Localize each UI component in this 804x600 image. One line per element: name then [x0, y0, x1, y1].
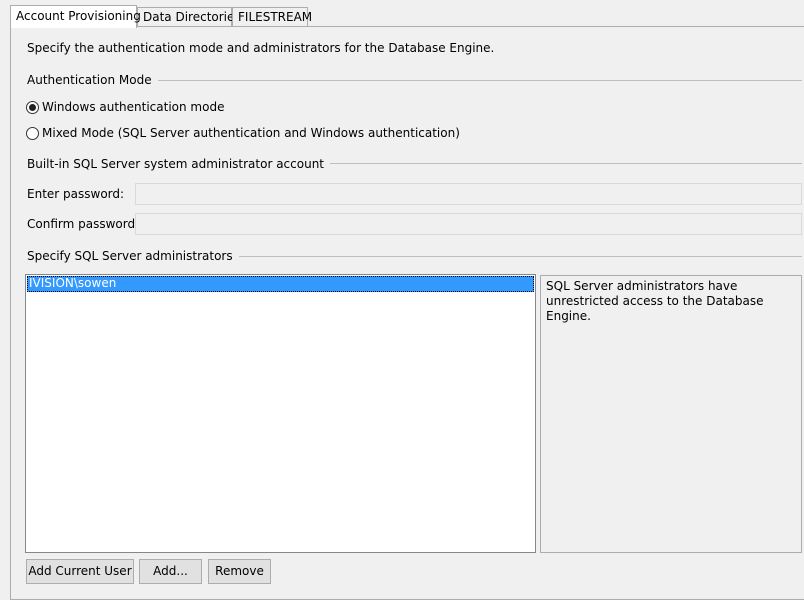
mixed-mode-label[interactable]: Mixed Mode (SQL Server authentication an… [42, 126, 460, 140]
tab-account-provisioning-label: Account Provisioning [16, 9, 141, 23]
windows-auth-radio[interactable] [26, 101, 39, 114]
tab-filestream[interactable]: FILESTREAM [232, 7, 312, 27]
remove-button[interactable]: Remove [208, 559, 271, 584]
admin-list-item[interactable]: IVISION\sowen [27, 276, 534, 292]
windows-auth-label[interactable]: Windows authentication mode [42, 100, 224, 114]
tab-data-directories[interactable]: Data Directories [137, 7, 241, 27]
add-current-user-button[interactable]: Add Current User [26, 559, 134, 584]
mixed-mode-radio[interactable] [26, 127, 39, 140]
add-button[interactable]: Add... [139, 559, 202, 584]
admins-listbox[interactable]: IVISION\sowen [25, 274, 536, 553]
tab-filestream-label: FILESTREAM [238, 10, 313, 24]
tab-account-provisioning[interactable]: Account Provisioning [10, 5, 141, 28]
radio-selected-dot [29, 104, 36, 111]
confirm-password-field[interactable] [135, 213, 802, 235]
enter-password-field[interactable] [135, 183, 802, 205]
tab-data-directories-label: Data Directories [143, 10, 241, 24]
